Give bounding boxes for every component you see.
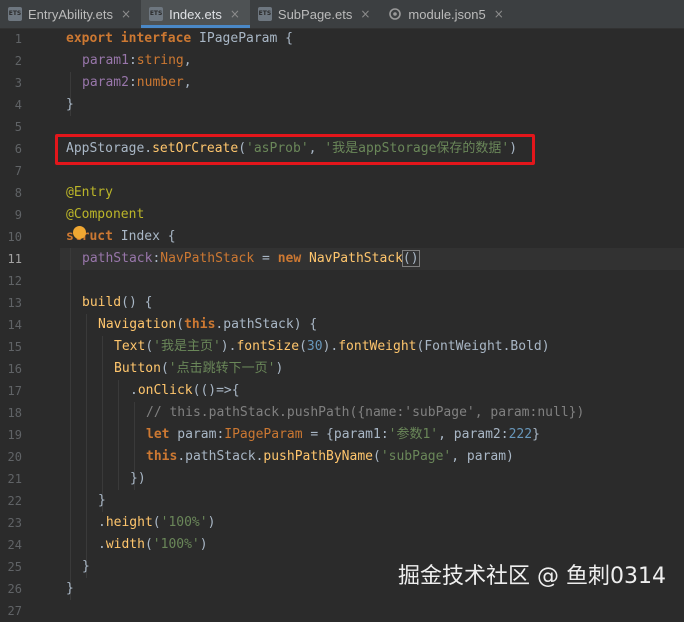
line-number: 27	[7, 604, 22, 618]
tab-subpage[interactable]: ETS SubPage.ets ×	[250, 0, 381, 28]
line-number: 26	[7, 582, 22, 596]
watermark: 掘金技术社区 @ 鱼刺0314	[398, 564, 666, 589]
code-line-9: @Component	[66, 207, 145, 222]
code-line-19: let param:IPageParam = {param1:'参数1', pa…	[146, 427, 540, 442]
line-number: 8	[14, 186, 22, 200]
line-number: 2	[14, 54, 22, 68]
indent-guide	[102, 336, 103, 512]
code-line-8: @Entry	[66, 185, 113, 200]
tab-module-json5[interactable]: module.json5 ×	[380, 0, 513, 28]
line-number: 25	[7, 560, 22, 574]
json-file-icon	[388, 7, 402, 21]
ets-file-icon: ETS	[257, 7, 272, 21]
code-line-22: }	[98, 493, 106, 508]
code-editor[interactable]: export interface IPageParam { param1:str…	[0, 28, 684, 604]
code-line-26: }	[66, 581, 74, 596]
ets-file-icon: ETS	[8, 7, 22, 21]
line-number: 16	[7, 362, 22, 376]
line-number: 15	[7, 340, 22, 354]
close-icon[interactable]: ×	[230, 7, 240, 21]
line-number: 11	[7, 252, 22, 266]
line-number: 18	[7, 406, 22, 420]
code-line-13: build() {	[82, 295, 153, 310]
close-icon[interactable]: ×	[360, 7, 370, 21]
indent-guide	[70, 248, 71, 600]
code-line-21: })	[130, 471, 146, 486]
line-number: 5	[14, 120, 22, 134]
line-number: 23	[7, 516, 22, 530]
line-number: 20	[7, 450, 22, 464]
line-number: 10	[7, 230, 22, 244]
line-number: 4	[14, 98, 22, 112]
tab-index[interactable]: ETS Index.ets ×	[141, 0, 250, 28]
code-line-11: pathStack:NavPathStack = new NavPathStac…	[82, 250, 420, 267]
tab-label: module.json5	[408, 6, 486, 22]
tab-entryability[interactable]: ETS EntryAbility.ets ×	[0, 0, 141, 28]
code-line-18: // this.pathStack.pushPath({name:'subPag…	[146, 405, 585, 420]
tab-label: Index.ets	[169, 6, 222, 22]
code-line-3: param2:number,	[82, 75, 192, 90]
annotation-highlight-box	[55, 134, 535, 165]
code-line-2: param1:string,	[82, 53, 192, 68]
intention-bulb-icon[interactable]	[73, 226, 86, 239]
code-line-23: .height('100%')	[98, 515, 216, 530]
indent-guide	[118, 380, 119, 490]
close-icon[interactable]: ×	[121, 7, 131, 21]
line-number-gutter: 1 2 3 4 5 6 7 8 9 10 11 12 13 14 15 16 17 18 19 20 21 22 23 24 2…	[0, 28, 60, 618]
line-number: 22	[7, 494, 22, 508]
tab-label: EntryAbility.ets	[28, 6, 114, 22]
indent-guide	[86, 314, 87, 578]
line-number: 17	[7, 384, 22, 398]
code-line-15: Text('我是主页').fontSize(30).fontWeight(Fon…	[114, 339, 550, 354]
close-icon[interactable]: ×	[494, 7, 504, 21]
line-number: 14	[7, 318, 22, 332]
code-line-25: }	[82, 559, 90, 574]
code-line-24: .width('100%')	[98, 537, 208, 552]
code-line-16: Button('点击跳转下一页')	[114, 361, 284, 376]
line-number: 13	[7, 296, 22, 310]
code-line-20: this.pathStack.pushPathByName('subPage',…	[146, 449, 514, 464]
code-line-1: export interface IPageParam {	[66, 31, 293, 46]
line-number: 6	[14, 142, 22, 156]
tab-label: SubPage.ets	[277, 6, 353, 22]
line-number: 7	[14, 164, 22, 178]
line-number: 9	[14, 208, 22, 222]
line-number: 24	[7, 538, 22, 552]
line-number: 3	[14, 76, 22, 90]
ets-file-icon: ETS	[149, 7, 164, 21]
code-line-4: }	[66, 97, 74, 112]
line-number: 12	[7, 274, 22, 288]
editor-tab-bar: ETS EntryAbility.ets × ETS Index.ets × E…	[0, 0, 684, 29]
line-number: 19	[7, 428, 22, 442]
line-number: 21	[7, 472, 22, 486]
code-line-17: .onClick(()=>{	[130, 383, 240, 398]
line-number: 1	[14, 32, 22, 46]
code-line-14: Navigation(this.pathStack) {	[98, 317, 318, 332]
